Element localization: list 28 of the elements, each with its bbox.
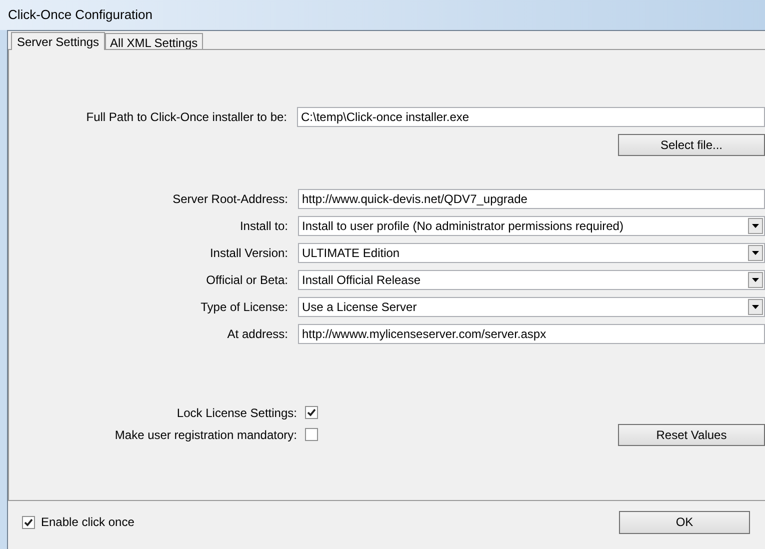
field-label: Official or Beta:: [205, 272, 289, 289]
checkmark-icon: [307, 408, 316, 417]
option-label: Lock License Settings:: [176, 404, 298, 422]
checkbox[interactable]: [305, 428, 318, 441]
field-label: At address:: [226, 326, 289, 343]
ok-button[interactable]: OK: [619, 510, 750, 534]
text-field[interactable]: http://www.quick-devis.net/QDV7_upgrade: [298, 189, 765, 209]
option-label: Make user registration mandatory:: [114, 426, 298, 444]
field-label: Install Version:: [208, 245, 289, 262]
checkmark-icon: [24, 518, 33, 526]
enable-label: Enable click once: [41, 514, 136, 531]
tab[interactable]: All XML Settings: [105, 33, 203, 49]
path-field[interactable]: C:\temp\Click-once installer.exe: [297, 107, 765, 127]
field-label: Server Root-Address:: [172, 191, 289, 208]
window-title: Click-Once Configuration: [8, 6, 153, 24]
field-label: Install to:: [238, 218, 289, 235]
field-label: Full Path to Click-Once installer to be:: [85, 109, 288, 126]
select-file-button[interactable]: Select file...: [618, 134, 765, 156]
dropdown[interactable]: Install to user profile (No administrator permissions required): [298, 216, 765, 236]
checkbox[interactable]: [22, 516, 35, 528]
checkbox[interactable]: [305, 406, 318, 419]
tab[interactable]: Server Settings: [11, 32, 106, 50]
field-label: Type of License:: [200, 299, 289, 316]
dropdown[interactable]: ULTIMATE Edition: [298, 243, 765, 263]
dropdown[interactable]: Use a License Server: [298, 297, 765, 317]
reset-values-button[interactable]: Reset Values: [618, 424, 765, 446]
text-field[interactable]: http://wwww.mylicenseserver.com/server.aspx: [298, 324, 765, 344]
dropdown[interactable]: Install Official Release: [298, 270, 765, 290]
